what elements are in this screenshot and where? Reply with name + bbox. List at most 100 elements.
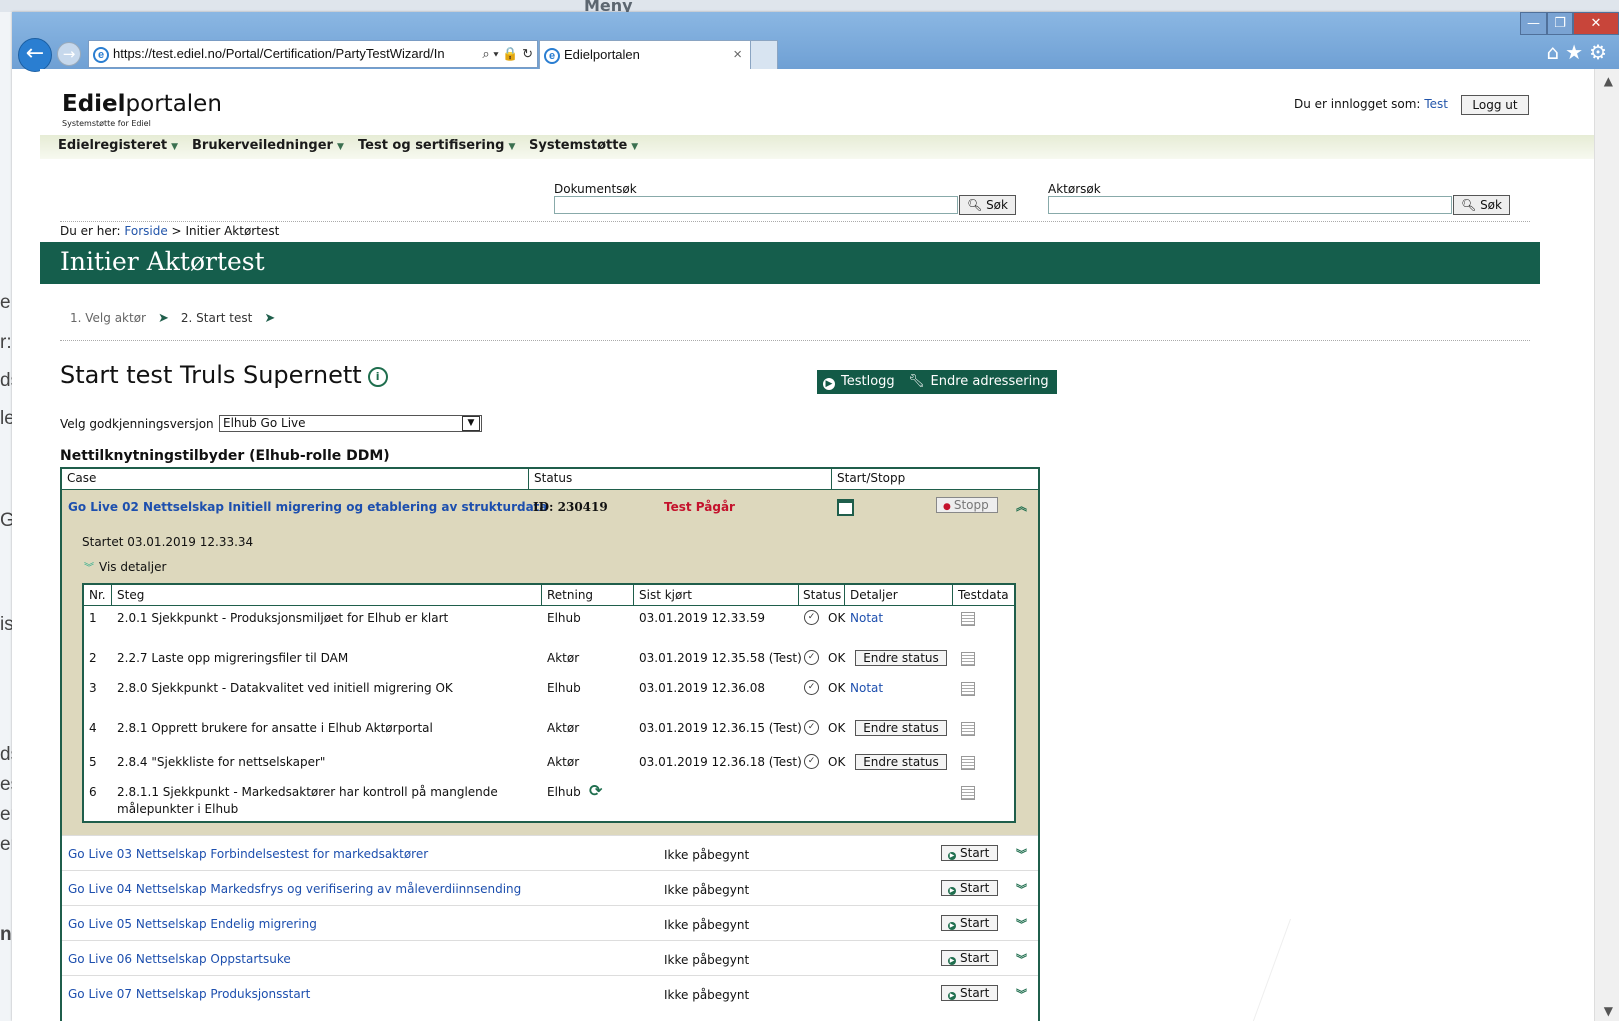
expand-icon[interactable]: ︾ bbox=[1016, 916, 1027, 932]
step-nr: 6 bbox=[89, 785, 97, 799]
play-circle-icon: ▶ bbox=[948, 887, 956, 895]
case-table-header: Case Status Start/Stopp bbox=[62, 469, 1038, 490]
doc-search-button[interactable]: 🔍︎ Søk bbox=[959, 195, 1016, 215]
case-link[interactable]: Go Live 05 Nettselskap Endelig migrering bbox=[68, 917, 317, 931]
testlog-button[interactable]: ▶ Testlogg bbox=[817, 370, 903, 394]
step-last-run: 03.01.2019 12.35.58 (Test) bbox=[639, 651, 802, 665]
change-addressing-button[interactable]: 🔧︎ Endre adressering bbox=[902, 370, 1057, 394]
wizard-steps: 1. Velg aktør ➤ 2. Start test ➤ bbox=[70, 311, 287, 326]
check-circle-icon: ✓ bbox=[804, 754, 819, 769]
tab-close-icon[interactable]: × bbox=[733, 41, 742, 69]
forward-arrow-icon[interactable]: → bbox=[57, 42, 81, 66]
actor-search-input[interactable] bbox=[1048, 196, 1452, 214]
case-id: ID: 230419 bbox=[533, 500, 608, 514]
wizard-step-2: 2. Start test bbox=[180, 311, 253, 325]
play-circle-icon: ▶ bbox=[948, 852, 956, 860]
expand-icon[interactable]: ︾ bbox=[1016, 846, 1027, 862]
role-heading: Nettilknytningstilbyder (Elhub-rolle DDM… bbox=[60, 448, 390, 464]
collapse-icon[interactable]: ︽ bbox=[1016, 498, 1027, 514]
divider bbox=[60, 221, 1530, 222]
steps-table: Nr. Steg Retning Sist kjørt Status Detal… bbox=[82, 583, 1016, 823]
expand-icon[interactable]: ︾ bbox=[1016, 986, 1027, 1002]
document-icon[interactable] bbox=[961, 756, 975, 770]
start-button[interactable]: ▶ Start bbox=[941, 950, 999, 966]
background-text-fragment: e bbox=[0, 292, 11, 313]
start-button[interactable]: ▶ Start bbox=[941, 985, 999, 1001]
ie-logo-icon: e bbox=[544, 47, 560, 64]
step-direction: Aktør bbox=[547, 755, 580, 769]
step-last-run: 03.01.2019 12.36.15 (Test) bbox=[639, 721, 802, 735]
start-button[interactable]: ▶ Start bbox=[941, 880, 999, 896]
step-direction: Aktør bbox=[547, 651, 580, 665]
case-link[interactable]: Go Live 02 Nettselskap Initiell migrerin… bbox=[68, 500, 548, 514]
stop-button[interactable]: ● Stopp bbox=[936, 497, 998, 513]
nav-systemstotte[interactable]: Systemstøtte ▼ bbox=[529, 138, 638, 153]
minimize-button[interactable]: — bbox=[1520, 12, 1547, 35]
wizard-step-1[interactable]: 1. Velg aktør bbox=[70, 311, 146, 325]
expand-icon[interactable]: ︾ bbox=[1016, 951, 1027, 967]
actor-search-button[interactable]: 🔍︎ Søk bbox=[1453, 195, 1510, 215]
refresh-icon[interactable]: ⟳ bbox=[589, 781, 602, 800]
start-button[interactable]: ▶ Start bbox=[941, 845, 999, 861]
change-status-button[interactable]: Endre status bbox=[855, 650, 947, 666]
version-select[interactable]: Elhub Go Live ▼ bbox=[219, 415, 482, 432]
start-button[interactable]: ▶ Start bbox=[941, 915, 999, 931]
expanded-case: Go Live 02 Nettselskap Initiell migrerin… bbox=[62, 490, 1038, 835]
change-status-button[interactable]: Endre status bbox=[855, 720, 947, 736]
wrench-icon: 🔧︎ bbox=[908, 374, 925, 389]
play-circle-icon: ▶ bbox=[948, 922, 956, 930]
address-bar[interactable]: e https://test.ediel.no/Portal/Certificat… bbox=[88, 40, 538, 68]
play-circle-icon: ▶ bbox=[823, 378, 835, 390]
table-row: Go Live 06 Nettselskap Oppstartsuke Ikke… bbox=[62, 940, 1038, 976]
logo-subtitle: Systemstøtte for Ediel bbox=[62, 119, 151, 128]
nav-test-sertifisering[interactable]: Test og sertifisering ▼ bbox=[358, 138, 515, 153]
restore-button[interactable]: ❐ bbox=[1547, 12, 1573, 35]
step-nr: 3 bbox=[89, 681, 97, 695]
document-icon[interactable] bbox=[961, 786, 975, 800]
check-circle-icon: ✓ bbox=[804, 720, 819, 735]
step-direction: Elhub bbox=[547, 785, 581, 799]
document-icon[interactable] bbox=[961, 652, 975, 666]
doc-search-input[interactable] bbox=[554, 196, 958, 214]
nav-edielregisteret[interactable]: Edielregisteret ▼ bbox=[58, 138, 178, 153]
show-details-toggle[interactable]: ︾ Vis detaljer bbox=[84, 559, 166, 574]
new-tab-button[interactable] bbox=[750, 40, 778, 69]
case-link[interactable]: Go Live 06 Nettselskap Oppstartsuke bbox=[68, 952, 291, 966]
breadcrumb-home-link[interactable]: Forside bbox=[124, 224, 167, 238]
note-link[interactable]: Notat bbox=[850, 611, 883, 625]
scroll-down-icon[interactable]: ▼ bbox=[1604, 1004, 1613, 1018]
main-nav: Edielregisteret ▼ Brukerveiledninger ▼ Tes… bbox=[40, 135, 1595, 159]
table-row: Go Live 03 Nettselskap Forbindelsestest … bbox=[62, 835, 1038, 871]
case-link[interactable]: Go Live 03 Nettselskap Forbindelsestest … bbox=[68, 847, 428, 861]
close-window-button[interactable]: ✕ bbox=[1573, 12, 1619, 35]
play-circle-icon: ▶ bbox=[948, 992, 956, 1000]
calendar-icon[interactable] bbox=[837, 499, 854, 516]
scroll-up-icon[interactable]: ▲ bbox=[1604, 74, 1613, 88]
step-status: OK bbox=[828, 721, 846, 735]
step-status: OK bbox=[828, 611, 846, 625]
status-badge: Test Pågår bbox=[664, 500, 735, 514]
change-status-button[interactable]: Endre status bbox=[855, 754, 947, 770]
browser-tab[interactable]: e Edielportalen × bbox=[539, 40, 751, 69]
tab-title: Edielportalen bbox=[564, 47, 640, 62]
step-name-cont: målepunkter i Elhub bbox=[117, 802, 239, 816]
site-logo[interactable]: Edielportalen bbox=[62, 91, 222, 117]
vertical-scrollbar[interactable] bbox=[1594, 69, 1619, 1021]
info-icon[interactable]: i bbox=[367, 367, 388, 387]
search-icon: 🔍︎ bbox=[967, 198, 983, 212]
address-bar-icons[interactable]: ⌕ ▾ 🔒 ↻ bbox=[482, 41, 533, 67]
document-icon[interactable] bbox=[961, 722, 975, 736]
dropdown-arrow-icon: ▼ bbox=[508, 142, 516, 152]
back-arrow-icon[interactable]: ← bbox=[18, 38, 52, 72]
case-link[interactable]: Go Live 04 Nettselskap Markedsfrys og ve… bbox=[68, 882, 521, 896]
started-timestamp: Startet 03.01.2019 12.33.34 bbox=[82, 535, 254, 549]
expand-icon[interactable]: ︾ bbox=[1016, 881, 1027, 897]
document-icon[interactable] bbox=[961, 682, 975, 696]
login-user-link[interactable]: Test bbox=[1424, 97, 1448, 111]
logout-button[interactable]: Logg ut bbox=[1461, 95, 1529, 115]
note-link[interactable]: Notat bbox=[850, 681, 883, 695]
nav-brukerveiledninger[interactable]: Brukerveiledninger ▼ bbox=[192, 138, 344, 153]
document-icon[interactable] bbox=[961, 612, 975, 626]
case-link[interactable]: Go Live 07 Nettselskap Produksjonsstart bbox=[68, 987, 310, 1001]
home-favorites-settings-icons[interactable]: ⌂★⚙ bbox=[1546, 40, 1613, 64]
